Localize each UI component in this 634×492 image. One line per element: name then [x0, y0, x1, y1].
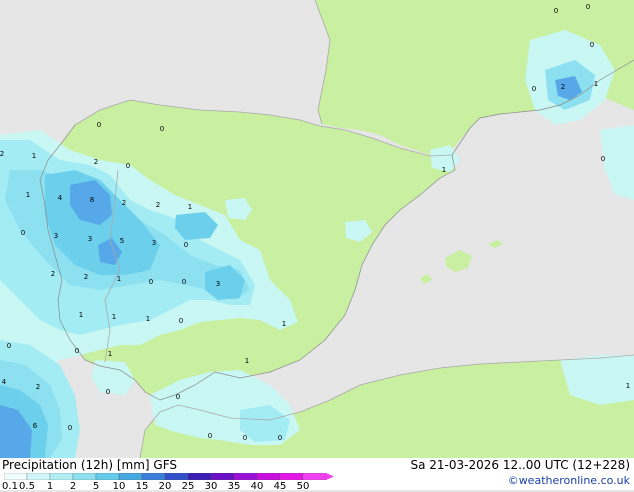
precip-value-label: 0: [75, 347, 79, 355]
precip-value-label: 2: [156, 201, 160, 209]
precip-value-label: 1: [146, 315, 150, 323]
legend-swatch: [118, 473, 143, 480]
legend-tick-label: 30: [204, 481, 218, 492]
legend-swatch: [187, 473, 212, 480]
precip-value-label: 6: [33, 422, 38, 430]
legend-arrow: [326, 473, 334, 480]
valid-datetime: Sa 21-03-2026 12..00 UTC (12+228): [410, 458, 630, 472]
precip-value-label: 0: [21, 229, 25, 237]
precip-value-label: 0: [182, 278, 186, 286]
legend-swatch: [302, 473, 327, 480]
precip-value-label: 0: [590, 41, 594, 49]
precip-value-label: 0: [160, 125, 164, 133]
precip-value-label: 2: [36, 383, 40, 391]
legend-swatch: [26, 473, 51, 480]
map-title: Precipitation (12h) [mm] GFS: [2, 458, 178, 472]
precip-value-label: 2: [51, 270, 55, 278]
legend-tick-label: 50: [296, 481, 310, 492]
legend-swatch: [49, 473, 74, 480]
color-legend-bar: [4, 473, 334, 480]
precip-value-label: 2: [94, 158, 98, 166]
precip-value-label: 0: [601, 155, 605, 163]
precip-value-label: 1: [282, 320, 286, 328]
precip-value-label: 0: [586, 3, 590, 11]
precip-value-label: 0: [97, 121, 101, 129]
precip-value-label: 1: [117, 275, 121, 283]
precip-value-label: 2: [122, 199, 126, 207]
precip-value-label: 0: [149, 278, 153, 286]
legend-tick-label: 1: [46, 481, 54, 492]
precip-value-label: 0: [184, 241, 188, 249]
precip-value-label: 0: [7, 342, 11, 350]
precip-value-label: 1: [594, 80, 598, 88]
precip-value-label: 5: [120, 237, 124, 245]
legend-swatch: [72, 473, 97, 480]
precip-value-label: 0: [532, 85, 536, 93]
legend-tick-label: 40: [250, 481, 264, 492]
precip-value-label: 3: [216, 280, 220, 288]
precip-value-label: 3: [88, 235, 92, 243]
precip-value-label: 1: [188, 203, 192, 211]
precip-value-label: 0: [179, 317, 183, 325]
precip-value-label: 1: [626, 382, 630, 390]
legend-swatch: [233, 473, 258, 480]
legend-tick-label: 0.1: [2, 481, 18, 492]
precipitation-map: 0000210022101482210335300221030111010110…: [0, 0, 634, 459]
legend-tick-label: 0.5: [19, 481, 35, 492]
precip-value-label: 4: [2, 378, 7, 386]
legend-tick-label: 25: [181, 481, 195, 492]
precip-value-label: 0: [554, 7, 558, 15]
precip-value-label: 8: [90, 196, 94, 204]
precip-value-label: 2: [84, 273, 88, 281]
precip-value-label: 1: [112, 313, 116, 321]
precip-value-label: 3: [152, 239, 156, 247]
precip-value-label: 0: [208, 432, 212, 440]
footer-bar: Precipitation (12h) [mm] GFS Sa 21-03-20…: [0, 458, 634, 492]
precip-value-label: 2: [0, 150, 4, 158]
legend-tick-label: 45: [273, 481, 287, 492]
precip-value-label: 1: [108, 350, 112, 358]
legend-tick-label: 35: [227, 481, 241, 492]
precip-value-label: 1: [79, 311, 83, 319]
legend-tick-label: 10: [112, 481, 126, 492]
map-canvas: 0 00 02 10022 101 4 8 2 2 10 3 3 5 3 002 2 1 0 301 1 1 0 10 110…: [0, 0, 634, 459]
precip-value-label: 2: [561, 83, 565, 91]
legend-swatch: [141, 473, 166, 480]
legend-tick-label: 2: [69, 481, 77, 492]
precip-value-label: 0: [278, 434, 282, 442]
legend-tick-label: 15: [135, 481, 149, 492]
legend-swatch: [210, 473, 235, 480]
precip-value-label: 1: [32, 152, 36, 160]
legend-tick-label: 5: [92, 481, 100, 492]
legend-swatch: [256, 473, 281, 480]
precip-value-label: 1: [442, 166, 446, 174]
legend-tick-label: 20: [158, 481, 172, 492]
precip-value-label: 1: [26, 191, 30, 199]
credit-link[interactable]: ©weatheronline.co.uk: [508, 474, 630, 487]
precip-value-label: 0: [243, 434, 247, 442]
precip-value-label: 0: [106, 388, 110, 396]
precip-value-label: 0: [68, 424, 72, 432]
legend-swatch: [279, 473, 304, 480]
legend-swatch: [164, 473, 189, 480]
precip-value-label: 1: [245, 357, 249, 365]
precip-value-label: 0: [126, 162, 130, 170]
precip-value-label: 3: [54, 232, 58, 240]
precip-value-label: 0: [176, 393, 180, 401]
precip-value-label: 4: [58, 194, 63, 202]
legend-swatch: [4, 473, 28, 480]
legend-swatch: [95, 473, 120, 480]
